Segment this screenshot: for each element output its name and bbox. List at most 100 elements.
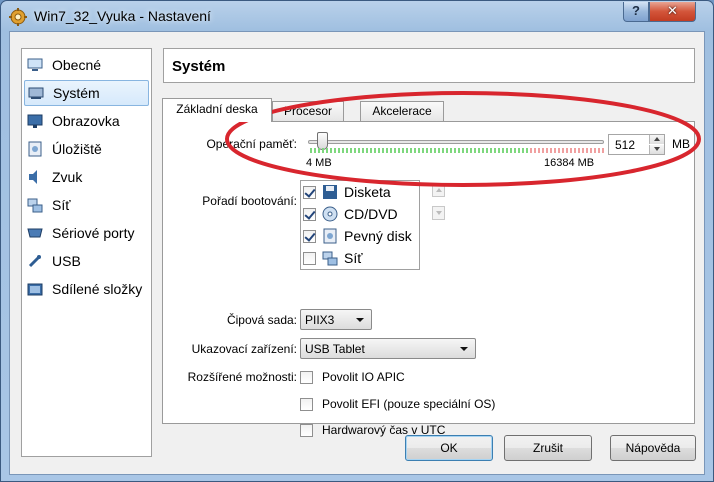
slider-tick	[334, 148, 336, 153]
tab-processor[interactable]: Procesor	[272, 101, 344, 121]
section-header: Systém	[163, 48, 695, 83]
sidebar-item-serial-ports[interactable]: Sériové porty	[24, 220, 149, 246]
help-title-button[interactable]: ?	[623, 2, 649, 22]
sidebar-item-storage[interactable]: Úložiště	[24, 136, 149, 162]
slider-tick	[386, 148, 388, 153]
sidebar-item-label: Systém	[53, 85, 100, 101]
boot-item-label: Pevný disk	[344, 228, 412, 244]
slider-tick	[598, 148, 600, 153]
tab-acceleration[interactable]: Akcelerace	[360, 101, 444, 121]
close-button[interactable]: ✕	[649, 2, 696, 22]
slider-tick	[590, 148, 592, 153]
boot-item-label: CD/DVD	[344, 206, 398, 222]
slider-tick	[566, 148, 568, 153]
slider-tick	[486, 148, 488, 153]
arrow-down-icon	[654, 147, 660, 151]
ok-button[interactable]: OK	[405, 435, 493, 461]
slider-tick	[410, 148, 412, 153]
slider-tick	[478, 148, 480, 153]
boot-item-hard-disk[interactable]: Pevný disk	[303, 225, 419, 247]
slider-tick	[370, 148, 372, 153]
slider-tick	[586, 148, 588, 153]
slider-tick	[442, 148, 444, 153]
storage-icon	[28, 141, 42, 157]
slider-tick	[406, 148, 408, 153]
boot-checkbox[interactable]	[303, 229, 316, 243]
slider-tick	[310, 148, 312, 153]
option-efi[interactable]: Povolit EFI (pouze speciální OS)	[300, 395, 495, 413]
slider-tick	[578, 148, 580, 153]
io-apic-checkbox[interactable]	[300, 370, 313, 384]
boot-order-list[interactable]: Disketa CD/DVD Pevný disk Síť	[300, 180, 420, 270]
dialog-client: Obecné Systém Obrazovka Úložiště Zvuk Sí…	[9, 31, 705, 475]
cancel-button[interactable]: Zrušit	[504, 435, 592, 461]
sidebar-item-shared-folders[interactable]: Sdílené složky	[24, 276, 149, 302]
boot-checkbox[interactable]	[303, 251, 316, 265]
extended-features-label: Rozšířené možnosti:	[187, 370, 297, 384]
sidebar-item-label: Obecné	[52, 57, 102, 73]
slider-tick	[402, 148, 404, 153]
slider-tick	[434, 148, 436, 153]
option-io-apic[interactable]: Povolit IO APIC	[300, 368, 405, 386]
option-label: Povolit EFI (pouze speciální OS)	[322, 397, 496, 411]
slider-tick	[438, 148, 440, 153]
help-button[interactable]: Nápověda	[610, 435, 696, 461]
sidebar-item-label: Sériové porty	[52, 225, 135, 241]
efi-checkbox[interactable]	[300, 397, 313, 411]
sidebar-item-system[interactable]: Systém	[24, 80, 149, 106]
page-title: Systém	[172, 58, 226, 75]
slider-tick	[526, 148, 528, 153]
sidebar-item-general[interactable]: Obecné	[24, 52, 149, 78]
boot-checkbox[interactable]	[303, 207, 316, 221]
slider-tick	[602, 148, 604, 153]
utc-clock-checkbox[interactable]	[300, 423, 313, 437]
slider-tick	[458, 148, 460, 153]
slider-tick	[450, 148, 452, 153]
slider-tick	[558, 148, 560, 153]
slider-tick	[506, 148, 508, 153]
pointing-device-label: Ukazovací zařízení:	[191, 342, 297, 356]
boot-order-label: Pořadí bootování:	[202, 194, 297, 208]
slider-tick	[418, 148, 420, 153]
slider-tick	[414, 148, 416, 153]
motherboard-panel: Operační paměť: 4 MB 16384 MB 512 MB Poř…	[162, 121, 695, 437]
sidebar-item-display[interactable]: Obrazovka	[24, 108, 149, 134]
slider-tick	[346, 148, 348, 153]
settings-sidebar: Obecné Systém Obrazovka Úložiště Zvuk Sí…	[21, 48, 152, 457]
spin-up-button[interactable]	[649, 135, 664, 144]
memory-slider-track[interactable]	[308, 140, 604, 144]
title-bar[interactable]: Win7_32_Vyuka - Nastavení ? ✕	[1, 1, 713, 31]
sidebar-item-audio[interactable]: Zvuk	[24, 164, 149, 190]
slider-tick	[594, 148, 596, 153]
window-title: Win7_32_Vyuka - Nastavení	[34, 8, 211, 24]
slider-tick	[314, 148, 316, 153]
hard-disk-icon	[323, 228, 337, 244]
sidebar-item-usb[interactable]: USB	[24, 248, 149, 274]
boot-move-up-button[interactable]	[432, 183, 445, 197]
sidebar-item-label: USB	[52, 253, 81, 269]
slider-tick	[366, 148, 368, 153]
spin-down-button[interactable]	[649, 145, 664, 154]
pointing-device-value: USB Tablet	[305, 342, 365, 356]
slider-tick	[550, 148, 552, 153]
slider-tick	[462, 148, 464, 153]
slider-tick	[318, 148, 320, 153]
virtualbox-gear-icon	[9, 8, 27, 26]
sidebar-item-network[interactable]: Síť	[24, 192, 149, 218]
boot-item-cd-dvd[interactable]: CD/DVD	[303, 203, 419, 225]
slider-tick	[394, 148, 396, 153]
boot-item-floppy[interactable]: Disketa	[303, 181, 419, 203]
chipset-select[interactable]: PIIX3	[300, 309, 372, 330]
boot-move-down-button[interactable]	[432, 206, 445, 220]
boot-checkbox[interactable]	[303, 185, 316, 199]
pointing-device-select[interactable]: USB Tablet	[300, 338, 476, 359]
slider-tick	[482, 148, 484, 153]
slider-tick	[498, 148, 500, 153]
memory-max-label: 16384 MB	[544, 157, 595, 169]
slider-tick	[490, 148, 492, 153]
tab-motherboard[interactable]: Základní deska	[162, 98, 272, 122]
memory-label: Operační paměť:	[206, 137, 297, 151]
memory-spinbox[interactable]: 512	[608, 134, 665, 155]
boot-item-network[interactable]: Síť	[303, 247, 419, 269]
floppy-icon	[323, 185, 337, 199]
